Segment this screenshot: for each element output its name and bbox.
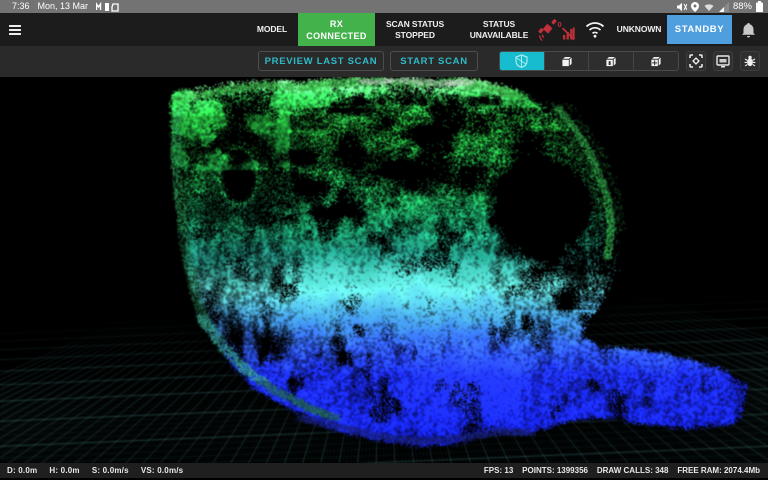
svg-text:0: 0: [558, 20, 562, 29]
